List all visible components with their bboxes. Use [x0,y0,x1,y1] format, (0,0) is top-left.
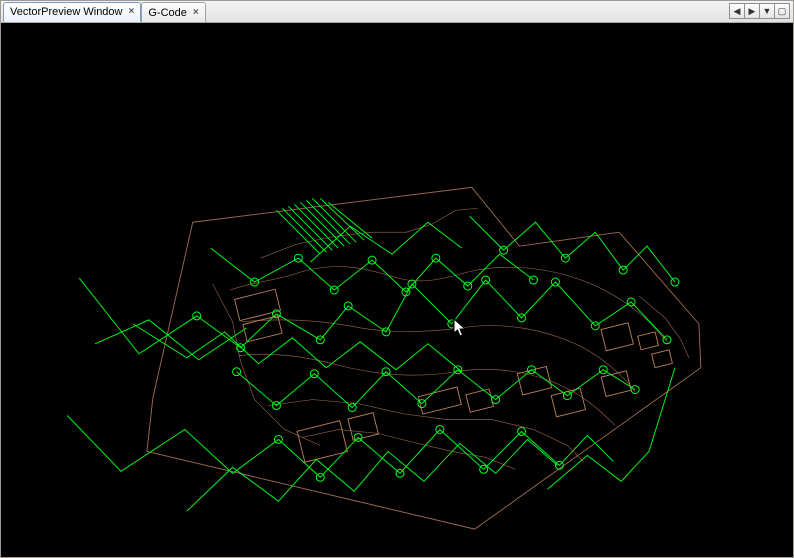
tabbar-controls: ◀ ▶ ▼ ▢ [730,3,790,19]
close-icon[interactable]: × [193,8,199,18]
vector-scene [1,23,793,557]
tab-scroll-left-button[interactable]: ◀ [729,3,745,19]
close-icon[interactable]: × [129,7,135,17]
triangle-right-icon: ▶ [749,6,756,17]
box-icon: ▢ [778,6,787,17]
tab-dropdown-button[interactable]: ▼ [759,3,775,19]
window: VectorPreview Window × G-Code × ◀ ▶ ▼ ▢ [0,0,794,558]
vector-preview-viewport[interactable] [1,23,793,557]
tab-gcode[interactable]: G-Code × [141,2,205,22]
tab-bar: VectorPreview Window × G-Code × ◀ ▶ ▼ ▢ [1,1,793,23]
triangle-left-icon: ◀ [734,6,741,17]
tab-scroll-right-button[interactable]: ▶ [744,3,760,19]
tab-extra-button[interactable]: ▢ [774,3,790,19]
chevron-down-icon: ▼ [763,6,772,16]
tab-vectorpreview[interactable]: VectorPreview Window × [3,2,141,22]
tab-label: VectorPreview Window [10,6,123,18]
tab-label: G-Code [148,7,187,19]
